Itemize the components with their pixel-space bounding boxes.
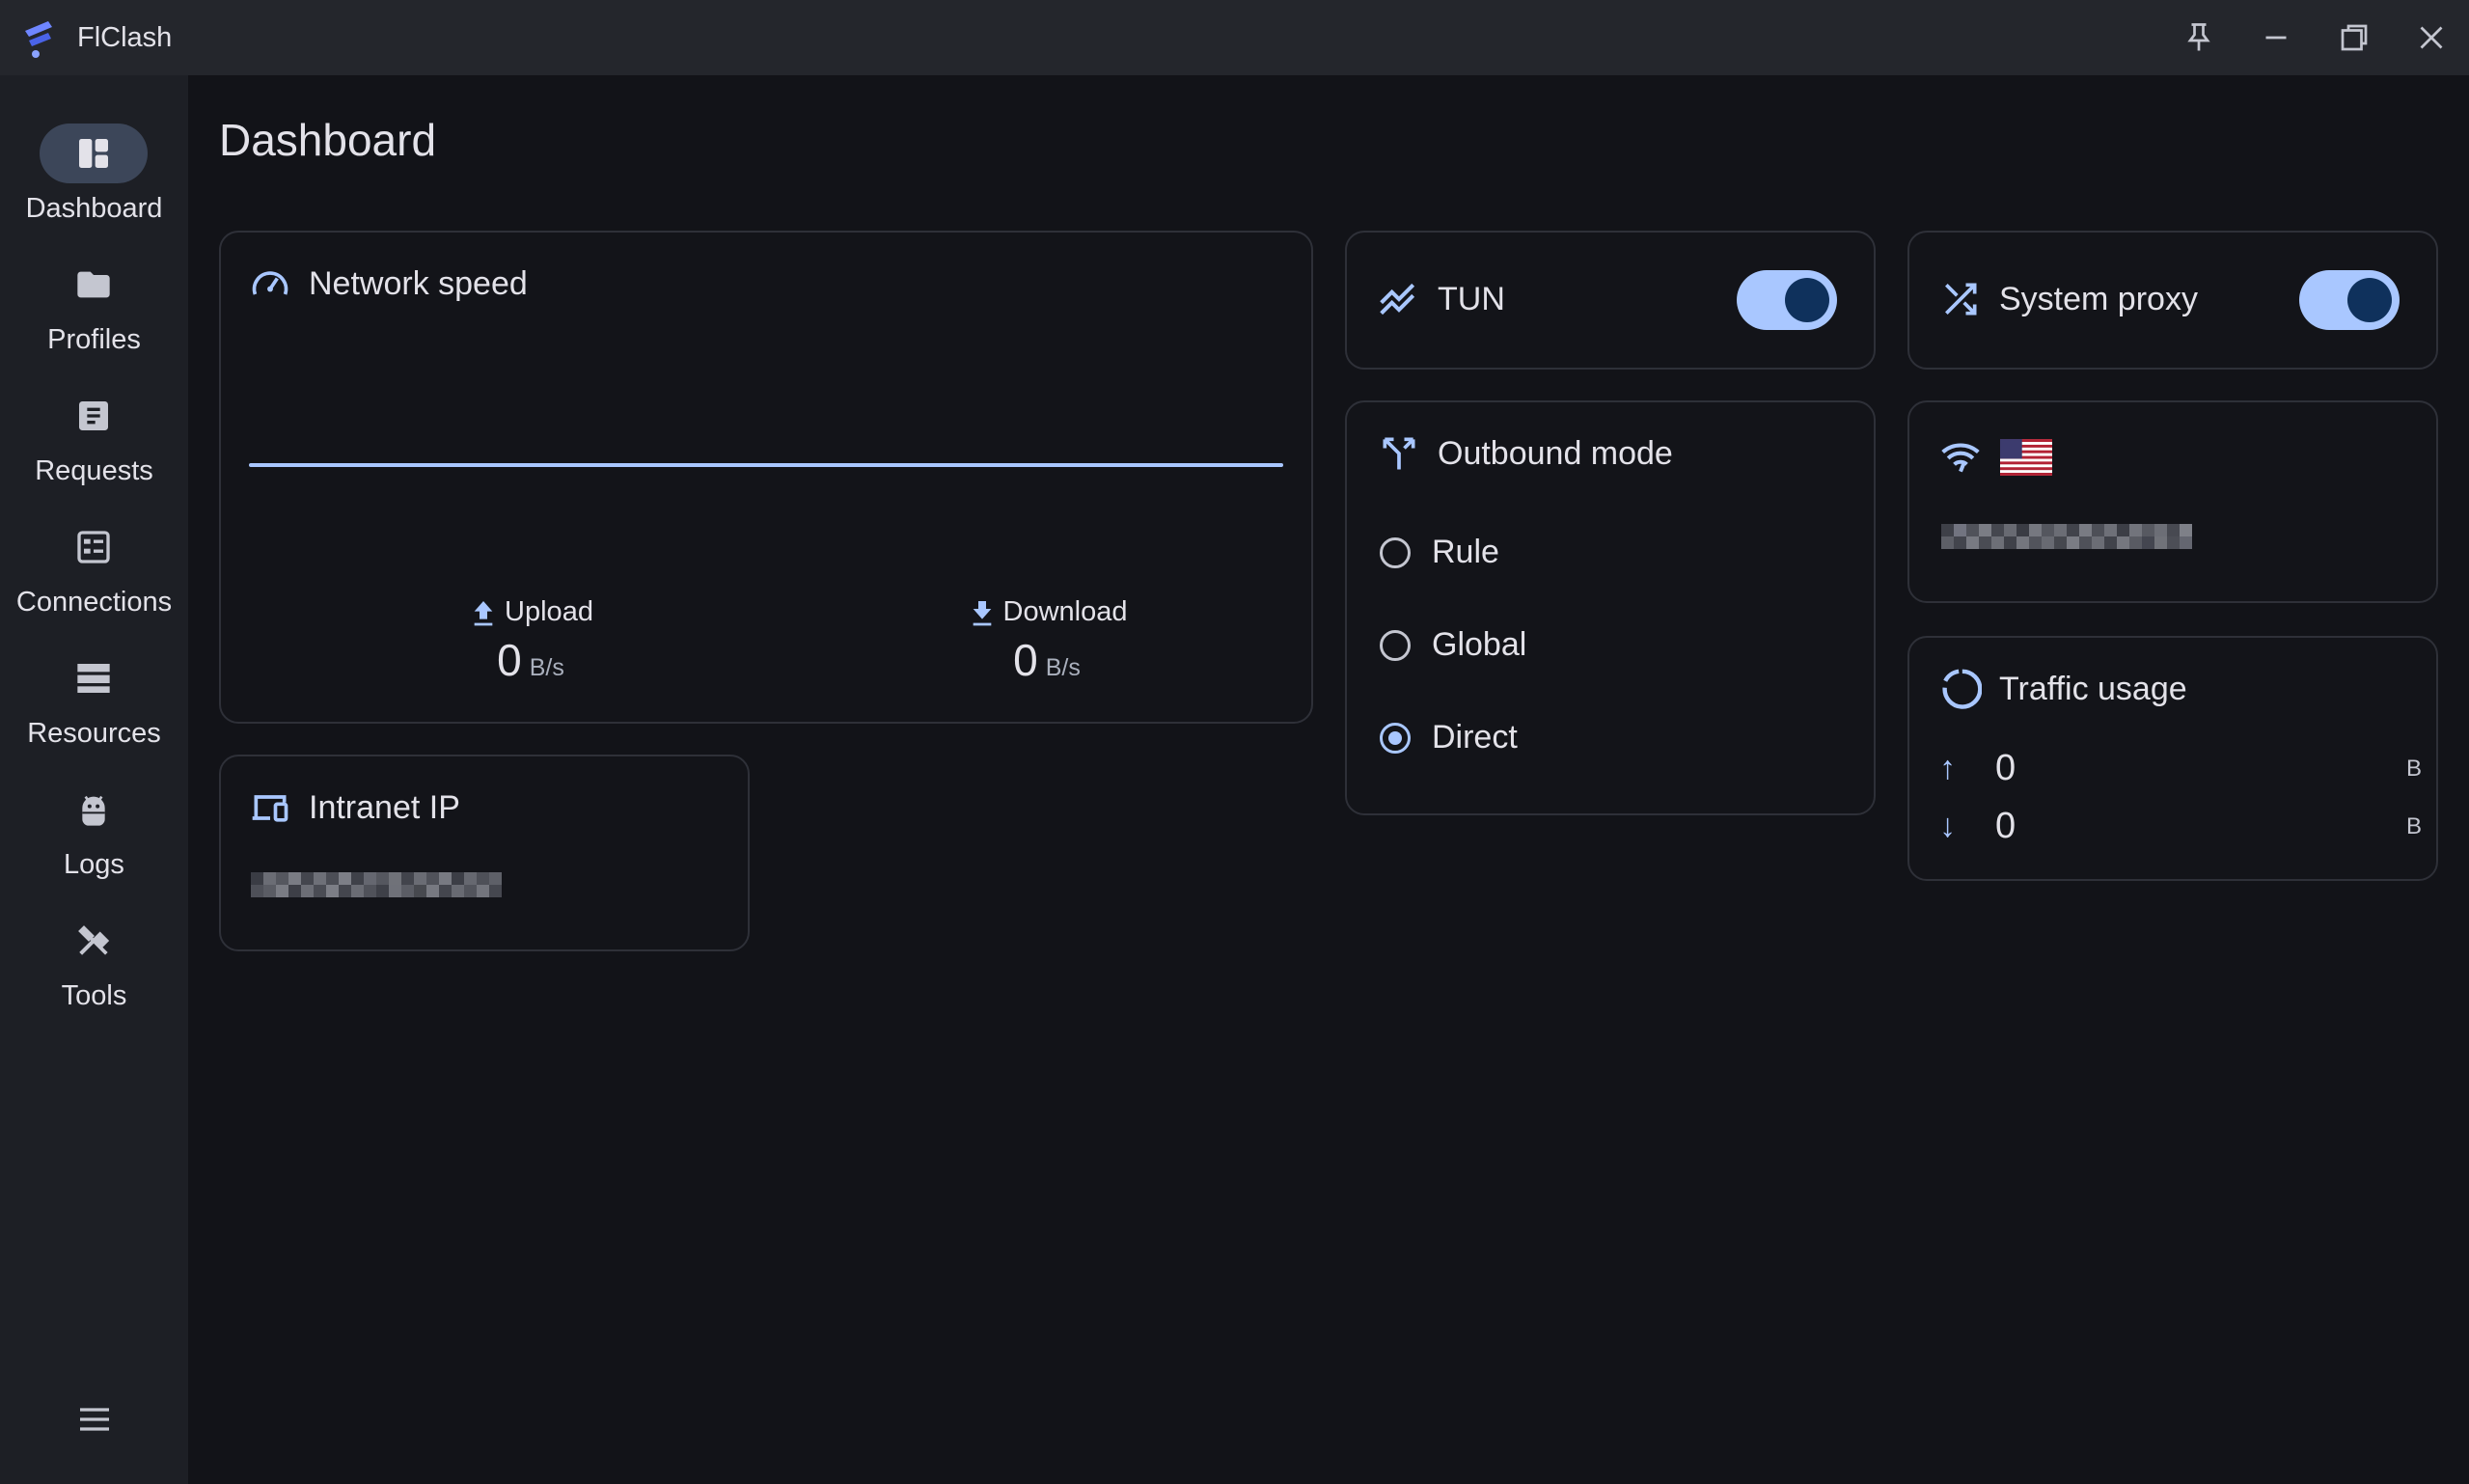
sidebar-item-connections-pill (40, 517, 148, 577)
download-value: 0 (1013, 635, 1038, 685)
outbound-mode-header: Outbound mode (1378, 432, 1673, 475)
tun-label: TUN (1438, 280, 1505, 317)
intranet-ip-header: Intranet IP (249, 786, 460, 829)
hamburger-menu-icon (79, 1407, 109, 1431)
tun-header: TUN (1378, 278, 1505, 320)
traffic-upload-row: ↑ 0 B (1939, 748, 2422, 789)
title-bar[interactable]: FlClash (0, 0, 2469, 75)
outbound-option-label: Direct (1432, 719, 1518, 756)
sidebar-item-resources-pill (40, 648, 148, 708)
sidebar-item-label: Connections (15, 587, 173, 618)
outbound-option-rule[interactable]: Rule (1380, 534, 1499, 571)
download-unit: B/s (1045, 654, 1081, 681)
shuffle-icon (1945, 283, 1977, 316)
sidebar-item-label: Profiles (47, 324, 141, 355)
requests-icon (79, 401, 108, 430)
outbound-option-global[interactable]: Global (1380, 626, 1526, 664)
system-proxy-toggle[interactable] (2299, 270, 2400, 330)
sidebar-item-dashboard-pill (40, 124, 148, 183)
radio-button[interactable] (1380, 536, 1411, 568)
network-speed-graph-line (249, 463, 1283, 467)
sidebar-item-tools[interactable]: Tools (0, 911, 188, 1027)
pin-button[interactable] (2175, 14, 2223, 62)
traffic-usage-title: Traffic usage (1999, 670, 2187, 707)
close-icon (2420, 26, 2443, 49)
upload-label: Upload (505, 596, 593, 627)
intranet-ip-title: Intranet IP (309, 788, 460, 826)
menu-button[interactable] (68, 1392, 121, 1445)
tools-icon (78, 925, 110, 955)
radio-button[interactable] (1380, 629, 1411, 661)
arrow-down-icon: ↓ (1939, 808, 1956, 844)
sidebar-item-logs-pill (40, 780, 148, 839)
call-split-icon (1383, 437, 1415, 470)
intranet-ip-card (219, 755, 750, 951)
outbound-option-direct[interactable]: Direct (1380, 719, 1518, 756)
network-detection-card (1907, 400, 2438, 603)
radio-button-selected[interactable] (1380, 722, 1411, 754)
download-icon (973, 600, 991, 625)
traffic-download-value: 0 (1995, 806, 2016, 846)
download-speed: Download 0 B/s (941, 596, 1153, 686)
us-flag-icon (2000, 439, 2052, 476)
trending-icon (1380, 283, 1415, 316)
minimize-button[interactable] (2252, 14, 2300, 62)
close-button[interactable] (2407, 14, 2455, 62)
resources-icon (77, 664, 110, 693)
wifi-signal-icon (1941, 443, 1980, 473)
intranet-ip-redacted (251, 872, 502, 897)
traffic-upload-value: 0 (1995, 748, 2016, 788)
traffic-download-row: ↓ 0 B (1939, 806, 2422, 847)
sidebar-item-dashboard[interactable]: Dashboard (0, 124, 188, 239)
sidebar-item-resources[interactable]: Resources (0, 648, 188, 764)
sidebar-item-connections[interactable]: Connections (0, 517, 188, 633)
sidebar-item-requests[interactable]: Requests (0, 386, 188, 502)
android-icon (82, 795, 105, 826)
sidebar-item-logs[interactable]: Logs (0, 780, 188, 895)
sidebar-item-label: Dashboard (25, 193, 163, 224)
system-proxy-header: System proxy (1939, 278, 2198, 320)
upload-icon (474, 600, 493, 625)
traffic-download-unit: B (2405, 812, 2422, 839)
tun-toggle-knob (1785, 278, 1829, 322)
sidebar-item-requests-pill (40, 386, 148, 446)
app-title: FlClash (77, 22, 173, 53)
maximize-button[interactable] (2330, 14, 2378, 62)
page-title: Dashboard (219, 115, 437, 165)
minimize-icon (2265, 36, 2287, 40)
devices-icon (252, 795, 288, 822)
tun-toggle[interactable] (1737, 270, 1837, 330)
maximize-icon (2341, 24, 2368, 51)
connections-icon (77, 531, 110, 563)
sidebar-item-label: Requests (35, 455, 153, 486)
upload-speed: Upload 0 B/s (434, 596, 627, 686)
speedometer-icon (252, 271, 288, 295)
system-proxy-toggle-knob (2347, 278, 2392, 322)
sidebar-item-tools-pill (40, 911, 148, 971)
sidebar-item-label: Logs (64, 849, 124, 880)
outbound-option-label: Global (1432, 626, 1527, 663)
system-proxy-label: System proxy (1999, 280, 2198, 317)
upload-value: 0 (497, 635, 522, 685)
traffic-usage-header: Traffic usage (1939, 668, 2187, 710)
sidebar-item-profiles[interactable]: Profiles (0, 255, 188, 371)
upload-unit: B/s (529, 654, 564, 681)
network-speed-title: Network speed (309, 264, 528, 302)
folder-icon (77, 271, 110, 298)
arrow-up-icon: ↑ (1939, 750, 1956, 786)
download-label: Download (1002, 596, 1128, 627)
network-speed-header: Network speed (249, 262, 528, 305)
sidebar-item-label: Resources (27, 718, 161, 749)
dashboard-icon (79, 139, 108, 168)
outbound-mode-title: Outbound mode (1438, 434, 1673, 472)
sidebar: Dashboard Profiles Requests Connections … (0, 75, 188, 1484)
sidebar-item-profiles-pill (40, 255, 148, 315)
data-usage-icon (1942, 669, 1982, 709)
app-logo-icon (25, 21, 52, 58)
traffic-upload-unit: B (2405, 755, 2422, 782)
pin-icon (2187, 23, 2210, 51)
sidebar-item-label: Tools (61, 980, 127, 1011)
outbound-option-label: Rule (1432, 534, 1499, 570)
public-ip-redacted (1941, 524, 2192, 549)
